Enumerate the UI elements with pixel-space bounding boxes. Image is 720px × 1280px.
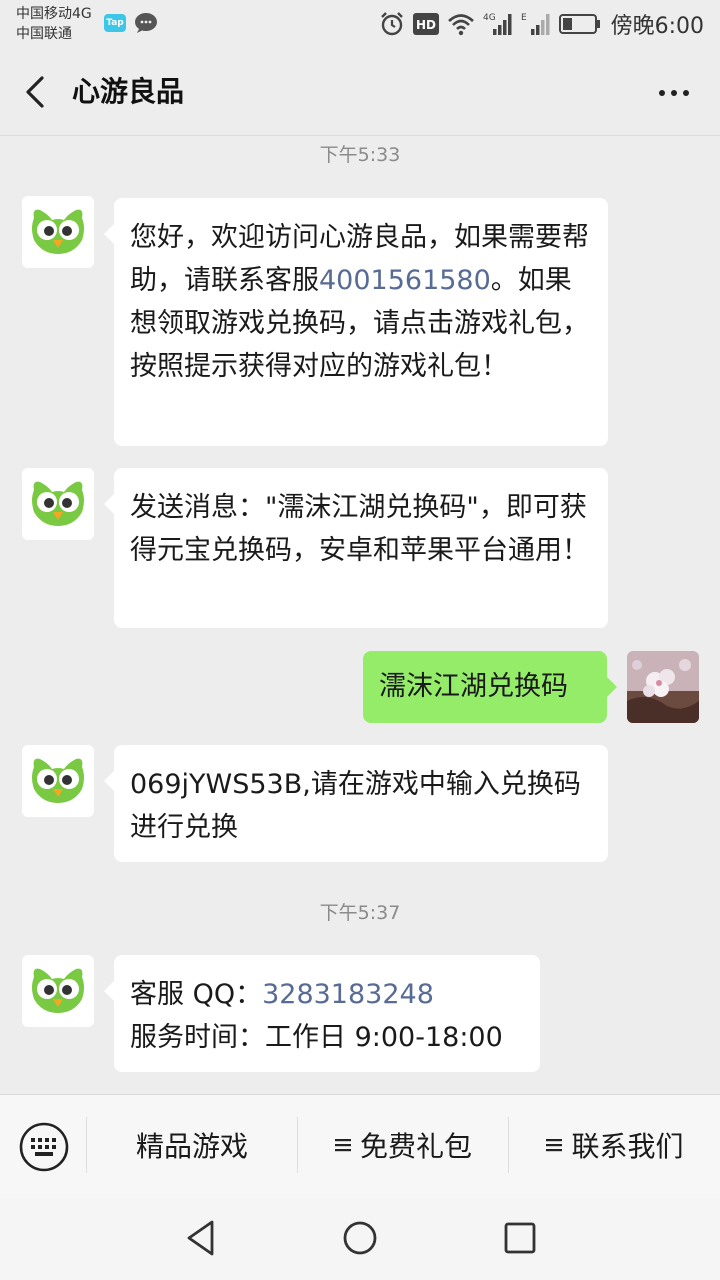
header-divider [0, 135, 720, 136]
official-account-avatar[interactable] [22, 468, 94, 540]
carrier-info: 中国移动4G 中国联通 [16, 4, 92, 44]
carrier-2: 中国联通 [16, 26, 72, 42]
alarm-icon [380, 12, 403, 36]
owl-logo-icon [32, 481, 84, 526]
chat-header: 心游良品 [0, 48, 720, 136]
menu-item-label: 免费礼包 [359, 1130, 472, 1163]
user-message-bubble: 濡沫江湖兑换码 [363, 651, 617, 723]
message-bubble-welcome: 您好，欢迎访问心游良品，如果需要帮助，请联系客服4001561580。如果想领取… [104, 198, 608, 446]
qq-label: 客服 QQ： [130, 979, 263, 1010]
network-label-1: 4G [483, 13, 496, 23]
qq-line: 客服 QQ：3283183248 [130, 973, 524, 1016]
signal-icon-1: 4G [483, 13, 512, 35]
hd-label: HD [416, 18, 436, 32]
hd-icon: HD [412, 13, 439, 35]
official-account-menu: 精品游戏 免费礼包 联系我们 [0, 1094, 720, 1198]
keyboard-switch-icon[interactable] [18, 1121, 70, 1173]
official-account-avatar[interactable] [22, 196, 94, 268]
carrier-1: 中国移动4G [16, 6, 92, 22]
owl-logo-icon [32, 968, 84, 1013]
menu-item-premium-games[interactable]: 精品游戏 [87, 1095, 297, 1199]
network-label-2: E [521, 13, 527, 23]
clock-time: 傍晚6:00 [610, 14, 704, 39]
submenu-icon [546, 1139, 563, 1152]
more-options-icon[interactable] [654, 78, 694, 108]
service-phone-link[interactable]: 4001561580 [319, 265, 491, 296]
menu-item-label: 联系我们 [571, 1130, 684, 1163]
menu-item-free-gifts[interactable]: 免费礼包 [298, 1095, 508, 1199]
menu-item-label: 精品游戏 [135, 1130, 248, 1163]
message-bubble-contact: 客服 QQ：3283183248 服务时间：工作日 9:00-18:00 [104, 955, 540, 1072]
back-triangle-icon[interactable] [184, 1218, 218, 1258]
back-arrow-icon[interactable] [20, 74, 50, 110]
wifi-icon [447, 14, 474, 36]
official-account-avatar[interactable] [22, 955, 94, 1027]
message-bubble-instructions: 发送消息："濡沫江湖兑换码"，即可获得元宝兑换码，安卓和苹果平台通用！ [104, 468, 608, 628]
flower-photo-icon [627, 651, 699, 723]
home-circle-icon[interactable] [342, 1218, 378, 1258]
signal-icon-2: E [521, 13, 550, 35]
message-bubble-redeem-code: 069jYWS53B,请在游戏中输入兑换码进行兑换 [104, 745, 608, 862]
service-hours: 服务时间：工作日 9:00-18:00 [130, 1022, 503, 1053]
message-notification-icon [135, 13, 157, 33]
tap-app-icon: Tap [104, 14, 126, 32]
battery-icon [558, 14, 600, 34]
recent-apps-icon[interactable] [503, 1218, 537, 1258]
official-account-avatar[interactable] [22, 745, 94, 817]
menu-item-contact-us[interactable]: 联系我们 [509, 1095, 720, 1199]
message-timestamp: 下午5:33 [319, 144, 401, 166]
message-timestamp: 下午5:37 [319, 902, 401, 924]
qq-number-link[interactable]: 3283183248 [262, 979, 434, 1010]
system-navigation-bar [0, 1198, 720, 1280]
chat-title: 心游良品 [72, 75, 185, 108]
submenu-icon [334, 1139, 351, 1152]
status-icons: HD 4G E 傍晚6:00 [379, 8, 704, 40]
owl-logo-icon [32, 209, 84, 254]
owl-logo-icon [32, 758, 84, 803]
status-bar: 中国移动4G 中国联通 Tap HD 4G E 傍晚6:00 [0, 0, 720, 48]
user-avatar[interactable] [627, 651, 699, 723]
